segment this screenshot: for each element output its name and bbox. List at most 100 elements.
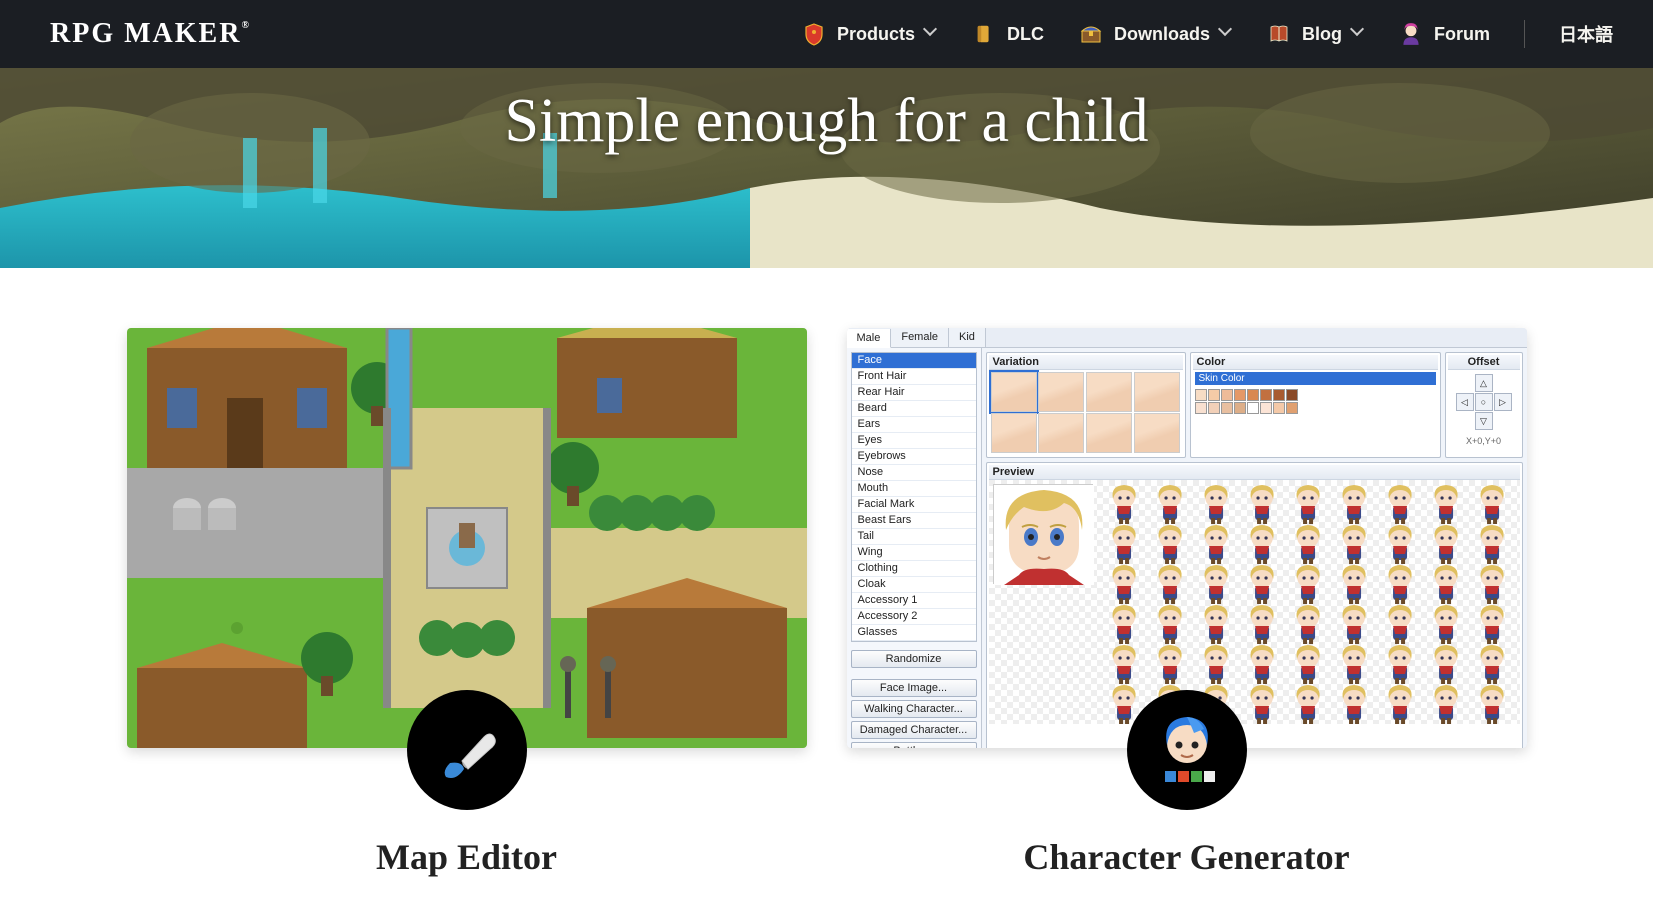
color-swatch[interactable]	[1195, 389, 1207, 401]
color-swatch[interactable]	[1247, 389, 1259, 401]
variation-option[interactable]	[1134, 413, 1180, 453]
variation-option[interactable]	[1134, 372, 1180, 412]
scroll-icon	[971, 21, 997, 47]
color-swatch[interactable]	[1208, 402, 1220, 414]
sprite-preview	[1101, 564, 1147, 604]
language-label: 日本語	[1559, 21, 1613, 47]
chargen-action-button[interactable]: Walking Character...	[851, 700, 977, 718]
category-item[interactable]: Clothing	[852, 561, 976, 577]
offset-up[interactable]: △	[1475, 374, 1493, 392]
tab-kid[interactable]: Kid	[949, 328, 986, 347]
category-item[interactable]: Eyebrows	[852, 449, 976, 465]
offset-down[interactable]: ▽	[1475, 412, 1493, 430]
nav-dlc[interactable]: DLC	[971, 21, 1044, 47]
category-item[interactable]: Cloak	[852, 577, 976, 593]
category-item[interactable]: Glasses	[852, 625, 976, 641]
variation-option[interactable]	[991, 413, 1037, 453]
features-row: Map Editor Male Female Kid FaceFront Hai…	[0, 258, 1653, 878]
category-item[interactable]: Tail	[852, 529, 976, 545]
chest-icon	[1078, 21, 1104, 47]
nav-label: Blog	[1302, 24, 1342, 45]
sprite-preview	[1377, 644, 1423, 684]
sprite-preview	[1285, 484, 1331, 524]
sprite-preview	[1423, 684, 1469, 724]
color-swatch[interactable]	[1234, 389, 1246, 401]
sprite-preview	[1285, 564, 1331, 604]
tab-male[interactable]: Male	[847, 329, 892, 348]
color-swatch[interactable]	[1247, 402, 1259, 414]
category-item[interactable]: Wing	[852, 545, 976, 561]
nav-label: Downloads	[1114, 24, 1210, 45]
sprite-preview	[1147, 604, 1193, 644]
sprite-preview	[1101, 604, 1147, 644]
category-item[interactable]: Accessory 2	[852, 609, 976, 625]
map-editor-screenshot	[127, 328, 807, 748]
map-editor-title: Map Editor	[127, 836, 807, 878]
nav-label: DLC	[1007, 24, 1044, 45]
category-item[interactable]: Eyes	[852, 433, 976, 449]
color-swatch[interactable]	[1221, 402, 1233, 414]
color-swatch[interactable]	[1273, 402, 1285, 414]
category-item[interactable]: Accessory 1	[852, 593, 976, 609]
color-swatch[interactable]	[1195, 402, 1207, 414]
category-item[interactable]: Nose	[852, 465, 976, 481]
sprite-preview	[1331, 604, 1377, 644]
chevron-down-icon	[925, 28, 937, 40]
nav-downloads[interactable]: Downloads	[1078, 21, 1232, 47]
sprite-preview	[1239, 524, 1285, 564]
color-swatch[interactable]	[1286, 402, 1298, 414]
chargen-action-button[interactable]: Battler...	[851, 742, 977, 748]
chargen-category-list: FaceFront HairRear HairBeardEarsEyesEyeb…	[851, 352, 977, 642]
variation-option[interactable]	[1086, 413, 1132, 453]
offset-title: Offset	[1448, 355, 1520, 370]
nav-blog[interactable]: Blog	[1266, 21, 1364, 47]
category-item[interactable]: Beard	[852, 401, 976, 417]
offset-right[interactable]: ▷	[1494, 393, 1512, 411]
character-icon	[1148, 711, 1226, 789]
color-selected-label[interactable]: Skin Color	[1195, 372, 1436, 385]
shield-icon	[801, 21, 827, 47]
color-swatch[interactable]	[1286, 389, 1298, 401]
category-item[interactable]: Rear Hair	[852, 385, 976, 401]
chargen-action-button[interactable]: Damaged Character...	[851, 721, 977, 739]
offset-left[interactable]: ◁	[1456, 393, 1474, 411]
color-swatch[interactable]	[1221, 389, 1233, 401]
sprite-preview	[1331, 484, 1377, 524]
nav-forum[interactable]: Forum	[1398, 21, 1490, 47]
sprite-preview	[1239, 644, 1285, 684]
category-item[interactable]: Ears	[852, 417, 976, 433]
category-item[interactable]: Front Hair	[852, 369, 976, 385]
chevron-down-icon	[1220, 28, 1232, 40]
color-swatch[interactable]	[1273, 389, 1285, 401]
color-swatch[interactable]	[1208, 389, 1220, 401]
brush-icon	[432, 715, 502, 785]
chargen-buttons: Randomize Face Image... Walking Character.…	[847, 646, 981, 748]
category-item[interactable]: Facial Mark	[852, 497, 976, 513]
offset-center[interactable]: ○	[1475, 393, 1493, 411]
site-logo[interactable]: RPG MAKER®	[50, 18, 251, 50]
category-item[interactable]: Face	[852, 353, 976, 369]
variation-option[interactable]	[1086, 372, 1132, 412]
color-swatch[interactable]	[1260, 389, 1272, 401]
sprite-preview	[1423, 564, 1469, 604]
book-icon	[1266, 21, 1292, 47]
chargen-tabs: Male Female Kid	[847, 328, 1527, 348]
variation-option[interactable]	[1038, 372, 1084, 412]
category-item[interactable]: Mouth	[852, 481, 976, 497]
tab-female[interactable]: Female	[891, 328, 949, 347]
color-swatch[interactable]	[1234, 402, 1246, 414]
avatar-icon	[1398, 21, 1424, 47]
chargen-action-button[interactable]: Randomize	[851, 650, 977, 668]
nav-language[interactable]: 日本語	[1559, 21, 1613, 47]
sprite-preview	[1101, 644, 1147, 684]
category-item[interactable]: Beast Ears	[852, 513, 976, 529]
nav-products[interactable]: Products	[801, 21, 937, 47]
variation-option[interactable]	[1038, 413, 1084, 453]
sprite-preview	[1285, 604, 1331, 644]
hero-title: Simple enough for a child	[0, 68, 1653, 157]
variation-option[interactable]	[991, 372, 1037, 412]
offset-value: X+0,Y+0	[1448, 434, 1520, 448]
main-header: RPG MAKER® Products DLC Downloads	[0, 0, 1653, 68]
color-swatch[interactable]	[1260, 402, 1272, 414]
chargen-action-button[interactable]: Face Image...	[851, 679, 977, 697]
